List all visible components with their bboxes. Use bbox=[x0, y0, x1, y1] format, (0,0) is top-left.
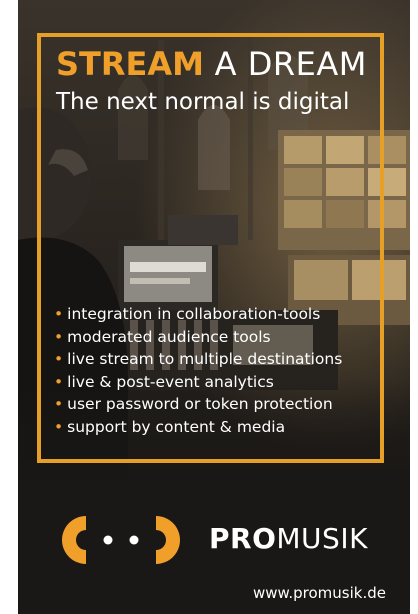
bullet-icon: • bbox=[54, 305, 64, 323]
website-link[interactable]: www.promusik.de bbox=[253, 583, 386, 603]
feature-list: • integration in collaboration-tools • mod… bbox=[54, 303, 342, 439]
bullet-icon: • bbox=[54, 372, 64, 391]
brand-name: PROMUSIK bbox=[209, 522, 368, 555]
feature-item: • support by content & media bbox=[54, 417, 286, 436]
advertisement: STREAM A DREAM The next normal is digita… bbox=[18, 0, 410, 614]
promusik-logo-icon bbox=[62, 516, 180, 564]
headline-stream: STREAM bbox=[56, 45, 204, 83]
headline-rest: A DREAM bbox=[203, 45, 367, 83]
subheadline: The next normal is digital bbox=[56, 89, 350, 115]
bullet-icon: • bbox=[54, 395, 64, 414]
feature-item: • moderated audience tools bbox=[54, 327, 271, 346]
bullet-icon: • bbox=[54, 350, 64, 369]
feature-item: • live & post-event analytics bbox=[54, 372, 274, 391]
bullet-icon: • bbox=[54, 327, 64, 346]
bullet-icon: • bbox=[54, 417, 64, 436]
headline: STREAM A DREAM bbox=[56, 44, 386, 84]
feature-item: • user password or token protection bbox=[54, 395, 333, 414]
feature-item: • integration in collaboration-tools bbox=[54, 305, 321, 323]
feature-item: • live stream to multiple destinations bbox=[54, 350, 343, 369]
